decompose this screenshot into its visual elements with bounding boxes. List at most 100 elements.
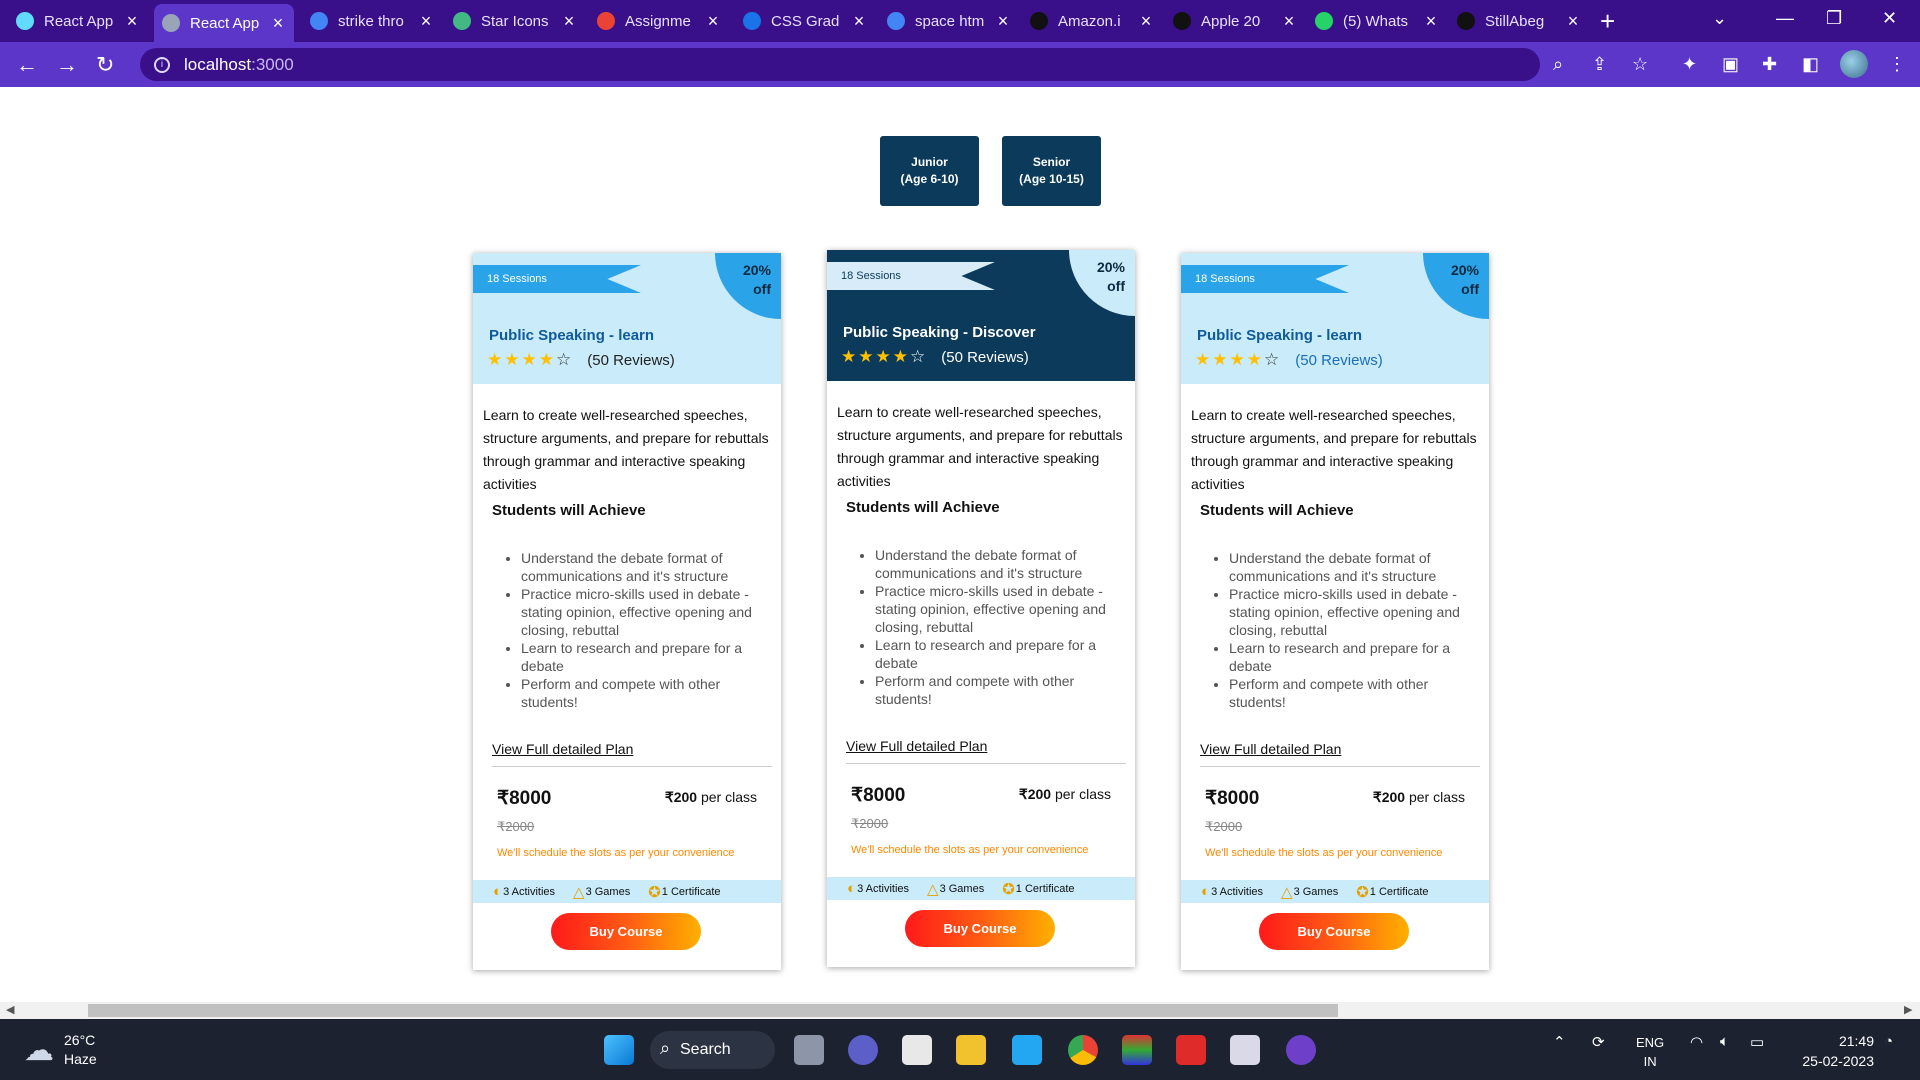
browser-tab[interactable]: strike thro × [302,6,442,36]
tab-title: (5) Whats [1343,12,1409,30]
tray-chevron-icon[interactable]: ⌃ [1553,1033,1566,1051]
view-plan-link[interactable]: View Full detailed Plan [492,741,771,757]
review-count[interactable]: (50 Reviews) [1295,352,1383,369]
puzzle-icon[interactable]: ✚ [1762,54,1777,75]
tab-title: Star Icons [481,12,549,30]
browser-tab[interactable]: Star Icons × [445,6,585,36]
tab-close-icon[interactable]: × [561,11,577,32]
chrome-icon[interactable] [1068,1035,1098,1065]
browser-tab[interactable]: space htm × [879,6,1019,36]
tab-search-icon[interactable]: ⌄ [1712,8,1727,29]
back-icon[interactable]: ← [16,52,38,78]
tab-close-icon[interactable]: × [995,11,1011,32]
clock[interactable]: 21:49 25-02-2023 [1784,1031,1874,1071]
share-icon[interactable]: ⇪ [1592,54,1607,75]
task-view-icon[interactable] [794,1035,824,1065]
browser-tab[interactable]: React App × [8,6,148,36]
sidebar-icon[interactable]: ◧ [1802,54,1819,75]
battery-icon[interactable]: ▭ [1750,1033,1764,1051]
divider [846,763,1126,764]
minimize-button[interactable]: — [1776,8,1794,29]
browser-tab[interactable]: CSS Grad × [735,6,875,36]
url-input[interactable]: i localhost:3000 [140,48,1540,81]
scroll-right-icon[interactable]: ▶ [1904,1002,1912,1019]
sync-icon[interactable]: ⟳ [1592,1033,1605,1051]
volume-icon[interactable]: 🔈︎ [1720,1033,1729,1050]
language-code: ENG [1636,1035,1665,1050]
site-info-icon[interactable]: i [154,56,170,73]
reload-icon[interactable]: ↻ [96,52,114,78]
menu-kebab-icon[interactable]: ⋮ [1888,54,1906,75]
buy-course-button[interactable]: Buy Course [1259,913,1409,950]
browser-tab[interactable]: (5) Whats × [1307,6,1447,36]
tab-title: React App [44,12,114,30]
buy-course-button[interactable]: Buy Course [551,913,701,950]
bookmark-star-icon[interactable]: ☆ [1632,54,1648,75]
profile-avatar[interactable] [1840,50,1868,78]
weather-widget[interactable]: ☁ 26°C Haze [24,1031,97,1069]
github-desktop-icon[interactable] [1286,1035,1316,1065]
tab-close-icon[interactable]: × [124,11,140,32]
amazon-icon [1030,12,1048,30]
taskbar-search[interactable]: ⌕ Search [650,1031,775,1069]
card-header: 18 Sessions 20% off Public Speaking - learn… [1181,253,1489,384]
horizontal-scrollbar[interactable]: ◀ ▶ [0,1002,1920,1019]
tab-title: React App [190,14,260,32]
extension-square-icon[interactable]: ▣ [1722,54,1739,75]
scrollbar-thumb[interactable] [88,1004,1338,1017]
snipping-tool-icon[interactable] [1230,1035,1260,1065]
course-title: Public Speaking - learn [489,327,655,344]
browser-tab[interactable]: Assignme × [589,6,729,36]
tab-close-icon[interactable]: × [1138,11,1154,32]
taskbar-search-label: Search [680,1041,731,1058]
browser-tab[interactable]: Amazon.i × [1022,6,1162,36]
teams-icon[interactable] [848,1035,878,1065]
extension-icon[interactable]: ✦ [1682,54,1697,75]
tab-close-icon[interactable]: × [1565,11,1581,32]
region-code: IN [1643,1054,1657,1069]
tab-close-icon[interactable]: × [418,11,434,32]
star-filled-icon: ★ [1212,350,1228,369]
restore-button[interactable]: ❐ [1826,8,1842,29]
tab-close-icon[interactable]: × [851,11,867,32]
feature-label: 3 Games [1293,885,1339,898]
winrar-icon[interactable] [1122,1035,1152,1065]
file-explorer-icon[interactable] [956,1035,986,1065]
achievement-item: Practice micro-skills used in debate - s… [1229,585,1479,639]
language-indicator[interactable]: ENG IN [1636,1033,1664,1071]
feature-label: 1 Certificate [1369,885,1429,898]
windows-start-icon[interactable] [604,1035,634,1065]
review-count: (50 Reviews) [587,351,675,369]
browser-tab[interactable]: Apple 20 × [1165,6,1305,36]
feature-label: 3 Activities [503,885,556,898]
forward-icon[interactable]: → [56,52,78,78]
tab-close-icon[interactable]: × [705,11,721,32]
wps-icon[interactable] [1176,1035,1206,1065]
zoom-icon[interactable]: ⌕ [1553,54,1563,75]
age-junior-button[interactable]: Junior (Age 6-10) [880,136,979,206]
tab-close-icon[interactable]: × [270,13,286,34]
age-junior-label: Junior [911,155,948,169]
browser-tab[interactable]: React App × [154,4,294,42]
per-class-price: ₹200 per class [1019,786,1111,803]
vscode-icon[interactable] [1012,1035,1042,1065]
view-plan-link[interactable]: View Full detailed Plan [1200,741,1479,757]
browser-tab[interactable]: StillAbeg × [1449,6,1589,36]
age-senior-button[interactable]: Senior (Age 10-15) [1002,136,1101,206]
close-window-button[interactable]: ✕ [1882,8,1897,29]
star-empty-icon: ☆ [1264,350,1280,369]
achievement-list: Understand the debate format of communic… [875,546,1125,708]
store-icon[interactable] [902,1035,932,1065]
view-plan-link[interactable]: View Full detailed Plan [846,738,1125,754]
weather-condition: Haze [64,1051,97,1067]
discount-badge: 20% off [1423,253,1489,319]
scroll-left-icon[interactable]: ◀ [6,1002,14,1019]
new-tab-button[interactable]: + [1600,6,1615,37]
wifi-icon[interactable]: ◠ [1690,1033,1703,1051]
tab-close-icon[interactable]: × [1423,11,1439,32]
buy-course-button[interactable]: Buy Course [905,910,1055,947]
star-filled-icon: ★ [521,350,537,369]
notification-bell-icon[interactable]: ◔ [1884,1033,1893,1050]
tab-title: Apple 20 [1201,12,1261,30]
tab-close-icon[interactable]: × [1281,11,1297,32]
